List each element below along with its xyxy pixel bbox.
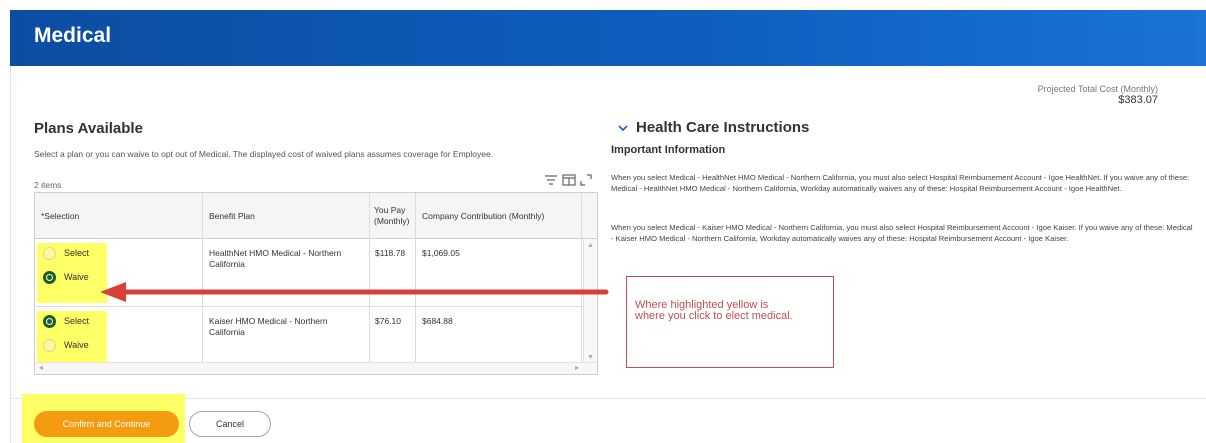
radio-label: Select — [64, 248, 90, 258]
projected-cost-label: Projected Total Cost (Monthly) — [1037, 84, 1158, 94]
footer-divider — [10, 398, 1206, 399]
radio-label: Waive — [64, 272, 89, 282]
filter-icon[interactable] — [544, 173, 558, 191]
instruction-paragraph: When you select Medical - Kaiser HMO Med… — [611, 223, 1193, 243]
health-care-instructions-header[interactable]: Health Care Instructions — [618, 119, 809, 136]
items-count: 2 items — [34, 180, 62, 190]
column-header-selection[interactable]: *Selection — [35, 193, 203, 239]
callout-line: where you click to elect medical. — [635, 310, 793, 322]
cancel-button[interactable]: Cancel — [189, 411, 271, 437]
annotation-callout: Where highlighted yellow is where you cl… — [626, 276, 834, 368]
chevron-down-icon[interactable] — [618, 121, 628, 135]
expand-icon[interactable] — [580, 173, 592, 191]
radio-option-select[interactable]: Select — [43, 247, 89, 260]
column-header-company-contribution[interactable]: Company Contribution (Monthly) — [416, 193, 582, 239]
radio-option-waive[interactable]: Waive — [43, 339, 89, 352]
scroll-left-icon[interactable]: ◂ — [39, 363, 43, 372]
page-header: Medical — [10, 10, 1206, 66]
instruction-paragraph: When you select Medical - HealthNet HMO … — [611, 173, 1190, 193]
scroll-down-icon[interactable]: ▼ — [587, 354, 594, 361]
radio-button-checked[interactable] — [43, 315, 56, 328]
radio-label: Select — [64, 316, 90, 326]
annotation-arrow — [100, 282, 609, 302]
radio-label: Waive — [64, 340, 89, 350]
column-header-you-pay[interactable]: You Pay (Monthly) — [370, 193, 416, 239]
columns-icon[interactable] — [562, 173, 576, 191]
plans-available-title: Plans Available — [34, 120, 143, 137]
projected-cost-value: $383.07 — [1118, 94, 1158, 106]
important-information-title: Important Information — [611, 144, 726, 156]
radio-option-select[interactable]: Select — [43, 315, 89, 328]
page-title: Medical — [34, 24, 112, 47]
radio-button[interactable] — [43, 339, 56, 352]
scroll-right-icon[interactable]: ▸ — [575, 363, 579, 372]
table-toolbar — [544, 174, 600, 190]
radio-option-waive[interactable]: Waive — [43, 271, 89, 284]
column-header-benefit-plan[interactable]: Benefit Plan — [203, 193, 370, 239]
health-care-instructions-title: Health Care Instructions — [636, 119, 810, 136]
plans-description: Select a plan or you can waive to opt ou… — [34, 149, 494, 159]
table-header: *Selection Benefit Plan You Pay (Monthly… — [35, 193, 597, 239]
radio-button[interactable] — [43, 247, 56, 260]
horizontal-scrollbar[interactable]: ◂ ▸ — [35, 362, 597, 374]
confirm-and-continue-button[interactable]: Confirm and Continue — [34, 411, 179, 437]
scroll-up-icon[interactable]: ▲ — [587, 242, 594, 249]
top-strip — [0, 0, 1206, 10]
radio-button-checked[interactable] — [43, 271, 56, 284]
